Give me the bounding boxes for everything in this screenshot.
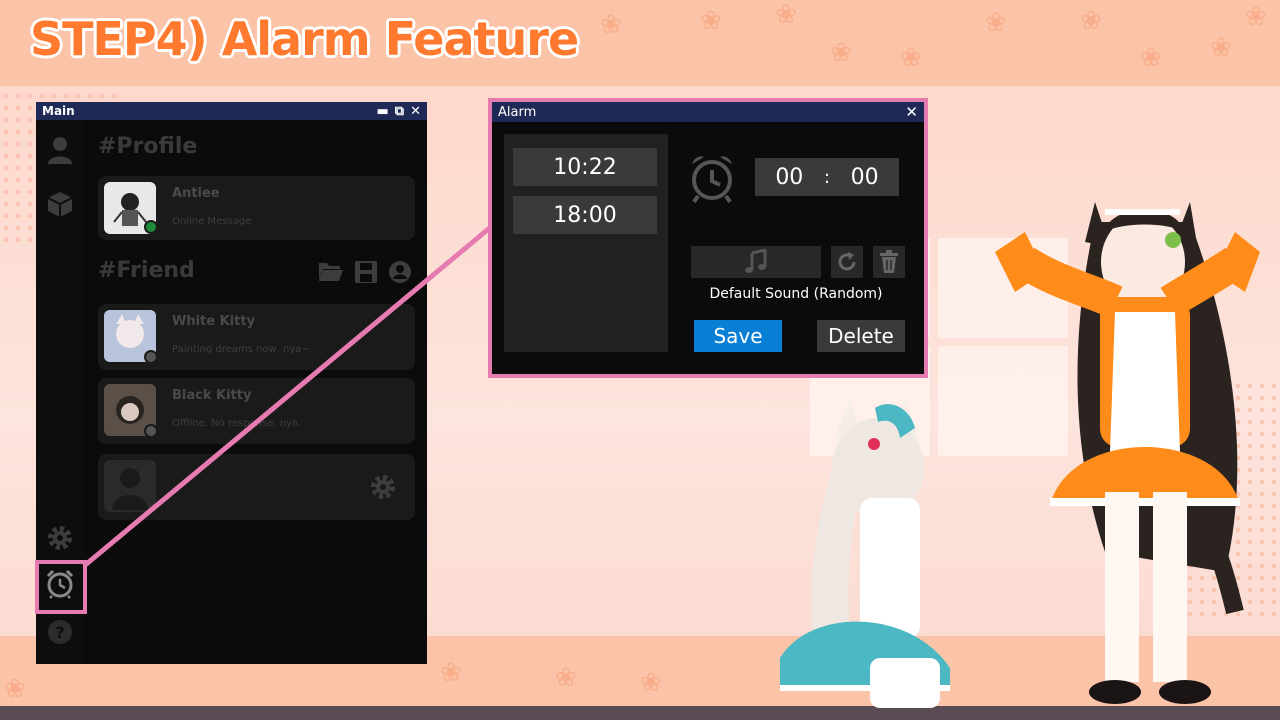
friend-message: Painting dreams now, nya~ [172, 344, 310, 355]
minimize-button[interactable]: ▬ [377, 105, 389, 118]
hours-field[interactable]: 00 [775, 165, 803, 190]
status-badge [144, 220, 158, 234]
main-window-title: Main [42, 104, 75, 118]
gear-icon[interactable] [46, 524, 74, 552]
paw-icon: ❀ [600, 10, 622, 40]
alarm-window: Alarm ✕ 10:22 18:00 00 : 00 Default Soun… [488, 98, 928, 378]
delete-sound-button[interactable] [873, 246, 905, 278]
close-button[interactable]: ✕ [410, 105, 421, 118]
time-separator: : [823, 166, 831, 188]
paw-icon: ❀ [830, 38, 852, 68]
main-titlebar[interactable]: Main ▬ ⧉ ✕ [36, 102, 427, 120]
paw-icon: ❀ [555, 663, 577, 693]
trash-icon [880, 250, 898, 273]
svg-text:?: ? [55, 623, 64, 642]
add-friend-card[interactable] [98, 454, 415, 520]
paw-icon: ❀ [440, 658, 462, 688]
alarm-titlebar[interactable]: Alarm ✕ [492, 102, 924, 122]
list-item[interactable]: White Kitty Painting dreams now, nya~ [98, 304, 415, 370]
refresh-icon [838, 252, 856, 271]
sound-select-button[interactable] [691, 246, 821, 278]
friend-message: Offline. No response, nya. [172, 418, 302, 429]
paw-icon: ❀ [1140, 43, 1162, 73]
paw-icon: ❀ [4, 674, 26, 704]
paw-icon: ❀ [900, 43, 922, 73]
white-kitty-character [780, 398, 950, 708]
page-title: STEP4) Alarm Feature [30, 12, 579, 66]
save-icon[interactable] [354, 260, 378, 284]
close-button[interactable]: ✕ [905, 104, 918, 120]
avatar-placeholder [104, 460, 156, 512]
profile-card[interactable]: Antiee Online Message [98, 176, 415, 240]
gear-icon[interactable] [370, 474, 396, 504]
alarm-clock-icon [688, 152, 736, 204]
status-badge [144, 350, 158, 364]
alarm-list: 10:22 18:00 [504, 134, 668, 352]
main-content: #Profile Antiee Online Message #Friend W… [86, 120, 427, 664]
friend-heading: #Friend [98, 258, 195, 283]
minutes-field[interactable]: 00 [851, 165, 879, 190]
main-window: Main ▬ ⧉ ✕ ? #Profile Antiee Online Mess… [36, 102, 427, 664]
friend-toolbar [318, 260, 412, 284]
user-icon[interactable] [46, 136, 74, 164]
popout-button[interactable]: ⧉ [395, 105, 404, 118]
black-kitty-character [995, 202, 1260, 704]
friend-name: Black Kitty [172, 388, 252, 403]
help-icon[interactable]: ? [46, 618, 74, 646]
alarm-window-title: Alarm [498, 104, 537, 120]
profile-heading: #Profile [98, 134, 198, 159]
sound-label: Default Sound (Random) [709, 286, 883, 302]
time-input[interactable]: 00 : 00 [755, 158, 899, 196]
package-icon[interactable] [46, 190, 74, 218]
alarm-item[interactable]: 10:22 [513, 148, 657, 186]
profile-message: Online Message [172, 216, 252, 227]
paw-icon: ❀ [775, 0, 797, 30]
add-user-icon[interactable] [388, 260, 412, 284]
folder-open-icon[interactable] [318, 260, 344, 282]
music-note-icon [745, 249, 767, 273]
paw-icon: ❀ [640, 668, 662, 698]
profile-name: Antiee [172, 186, 220, 201]
list-item[interactable]: Black Kitty Offline. No response, nya. [98, 378, 415, 444]
alarm-item[interactable]: 18:00 [513, 196, 657, 234]
alarm-button-highlight [35, 560, 87, 614]
paw-icon: ❀ [1245, 2, 1267, 32]
save-button[interactable]: Save [694, 320, 782, 352]
status-badge [144, 424, 158, 438]
paw-icon: ❀ [985, 8, 1007, 38]
paw-icon: ❀ [700, 6, 722, 36]
reset-sound-button[interactable] [831, 246, 863, 278]
paw-icon: ❀ [1210, 33, 1232, 63]
paw-icon: ❀ [1080, 6, 1102, 36]
friend-name: White Kitty [172, 314, 256, 329]
delete-button[interactable]: Delete [817, 320, 905, 352]
